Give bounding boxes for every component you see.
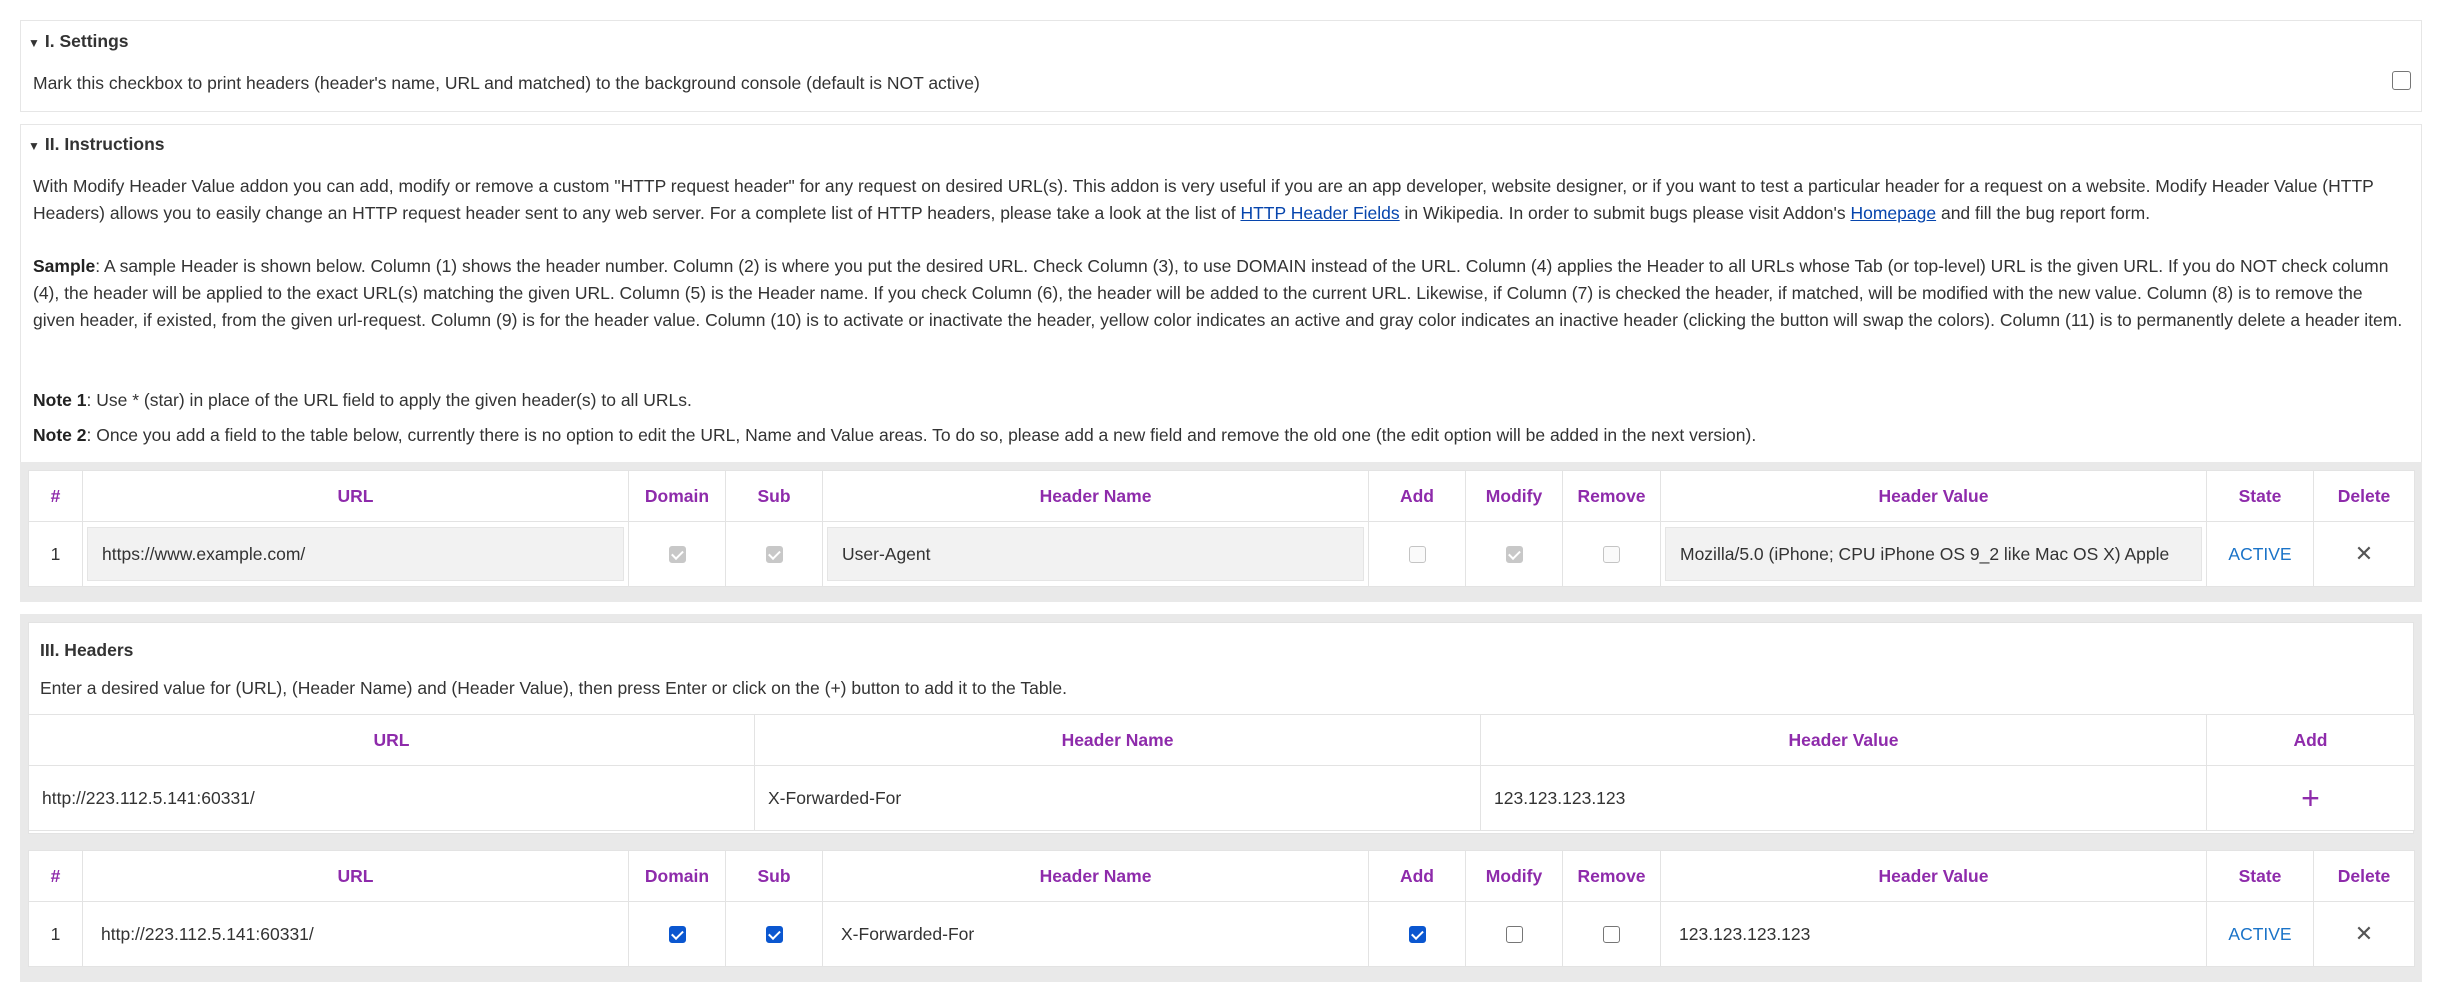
col-url: URL (82, 470, 629, 522)
sample-row: 1 https://www.example.com/ User-Agent Mo… (28, 521, 2415, 587)
col-url: URL (82, 850, 629, 902)
row-number: 1 (28, 901, 83, 967)
col-sub: Sub (725, 850, 823, 902)
col-modify: Modify (1465, 470, 1563, 522)
close-icon[interactable]: ✕ (2355, 541, 2373, 566)
plus-icon[interactable]: + (2301, 780, 2320, 816)
headers-text: Enter a desired value for (URL), (Header… (40, 678, 1068, 698)
note2: Note 2: Once you add a field to the tabl… (33, 425, 1757, 445)
col-header-name: Header Name (822, 470, 1369, 522)
http-header-fields-link[interactable]: HTTP Header Fields (1240, 203, 1399, 223)
col-num: # (28, 470, 83, 522)
col-domain: Domain (628, 470, 726, 522)
col-url: URL (28, 714, 755, 766)
col-modify: Modify (1465, 850, 1563, 902)
settings-title[interactable]: ▼ I. Settings (28, 31, 129, 52)
collapse-triangle-icon: ▼ (28, 36, 40, 50)
add-header-row: URL Header Name Header Value Add (28, 714, 2415, 766)
url-field: http://223.112.5.141:60331/ (101, 923, 314, 944)
col-add: Add (1368, 470, 1466, 522)
header-value-input[interactable]: 123.123.123.123 (1481, 771, 2206, 825)
header-value-field: Mozilla/5.0 (iPhone; CPU iPhone OS 9_2 l… (1665, 527, 2202, 581)
col-sub: Sub (725, 470, 823, 522)
state-toggle-button[interactable]: ACTIVE (2228, 544, 2291, 564)
remove-checkbox (1603, 546, 1620, 564)
col-remove: Remove (1562, 470, 1661, 522)
header-value-field: 123.123.123.123 (1679, 923, 1811, 944)
col-add: Add (2206, 714, 2415, 766)
console-log-checkbox[interactable] (2392, 71, 2411, 90)
url-field: https://www.example.com/ (87, 527, 624, 581)
modify-checkbox[interactable] (1505, 926, 1523, 944)
domain-checkbox (668, 546, 686, 564)
add-checkbox[interactable] (1408, 926, 1426, 944)
state-toggle-button[interactable]: ACTIVE (2228, 924, 2291, 944)
instructions-title[interactable]: ▼ II. Instructions (28, 134, 165, 155)
domain-checkbox[interactable] (668, 926, 686, 944)
row-number: 1 (28, 521, 83, 587)
instructions-paragraph: With Modify Header Value addon you can a… (33, 176, 2374, 223)
header-name-input[interactable]: X-Forwarded-For (755, 771, 1480, 825)
col-state: State (2206, 850, 2314, 902)
settings-text: Mark this checkbox to print headers (hea… (33, 73, 980, 93)
headers-table: # URL Domain Sub Header Name Add Modify … (28, 850, 2415, 967)
input-row: http://223.112.5.141:60331/ X-Forwarded-… (28, 765, 2415, 831)
add-header-table: URL Header Name Header Value Add http://… (28, 714, 2415, 831)
sub-checkbox (765, 546, 783, 564)
header-name-field: X-Forwarded-For (841, 923, 975, 944)
table-row: 1 http://223.112.5.141:60331/ X-Forwarde… (28, 901, 2415, 967)
headers-header-row: # URL Domain Sub Header Name Add Modify … (28, 850, 2415, 902)
col-delete: Delete (2313, 470, 2415, 522)
sample-paragraph: Sample: A sample Header is shown below. … (33, 256, 2403, 330)
add-checkbox (1408, 546, 1426, 564)
header-name-field: User-Agent (827, 527, 1364, 581)
col-header-name: Header Name (822, 850, 1369, 902)
col-add: Add (1368, 850, 1466, 902)
sub-checkbox[interactable] (765, 926, 783, 944)
headers-title: III. Headers (40, 640, 134, 660)
remove-checkbox[interactable] (1603, 926, 1620, 944)
sample-header-row: # URL Domain Sub Header Name Add Modify … (28, 470, 2415, 522)
col-state: State (2206, 470, 2314, 522)
col-num: # (28, 850, 83, 902)
sample-table: # URL Domain Sub Header Name Add Modify … (28, 470, 2415, 587)
note1: Note 1: Use * (star) in place of the URL… (33, 390, 692, 410)
col-header-value: Header Value (1660, 470, 2207, 522)
col-remove: Remove (1562, 850, 1661, 902)
col-header-name: Header Name (754, 714, 1481, 766)
col-domain: Domain (628, 850, 726, 902)
url-input[interactable]: http://223.112.5.141:60331/ (29, 771, 754, 825)
col-header-value: Header Value (1480, 714, 2207, 766)
close-icon[interactable]: ✕ (2355, 921, 2373, 946)
settings-section: ▼ I. Settings Mark this checkbox to print… (20, 20, 2422, 112)
col-delete: Delete (2313, 850, 2415, 902)
homepage-link[interactable]: Homepage (1850, 203, 1936, 223)
col-header-value: Header Value (1660, 850, 2207, 902)
modify-checkbox (1505, 546, 1523, 564)
collapse-triangle-icon: ▼ (28, 139, 40, 153)
